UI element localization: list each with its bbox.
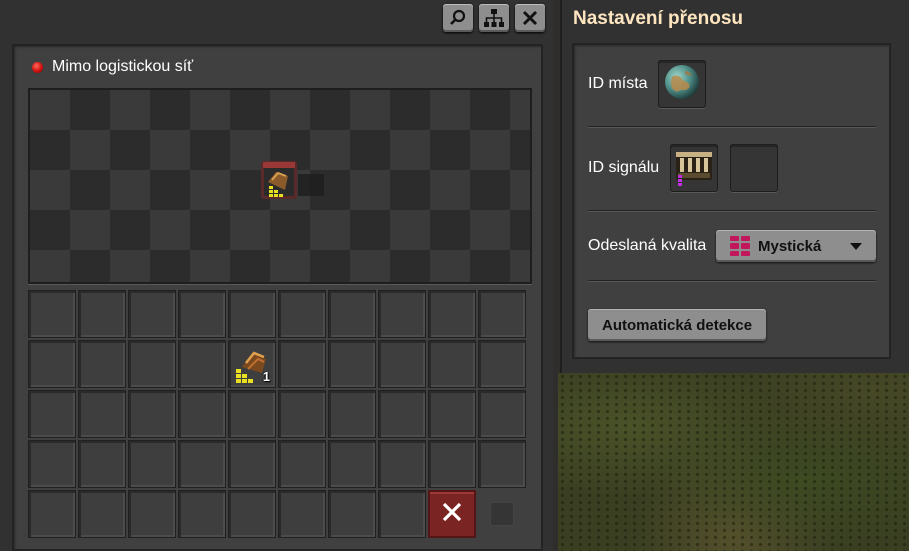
inventory-slot[interactable] (28, 290, 76, 338)
status-text: Mimo logistickou síť (52, 58, 194, 75)
status-indicator-icon (32, 61, 43, 73)
cargo-bay-signal-icon (674, 146, 714, 191)
divider (588, 280, 876, 282)
inventory-slot[interactable] (478, 390, 526, 438)
checkbox-icon (490, 502, 514, 526)
inventory-slot[interactable] (278, 490, 326, 538)
inventory-slot[interactable] (378, 440, 426, 488)
inventory-slot[interactable]: 1 (228, 340, 276, 388)
close-icon (441, 501, 463, 528)
inventory-slot[interactable] (378, 490, 426, 538)
divider (588, 126, 876, 128)
quality-dropdown[interactable]: Mystická (716, 230, 876, 262)
main-panel: Mimo logistickou síť 1 (12, 44, 543, 551)
inventory-slot[interactable] (128, 290, 176, 338)
inventory-slot[interactable] (228, 390, 276, 438)
auto-detect-button[interactable]: Automatická detekce (588, 309, 767, 341)
inventory-slot[interactable] (278, 440, 326, 488)
search-button[interactable] (443, 4, 473, 32)
inventory-slot[interactable] (328, 440, 376, 488)
cargo-pad-window: Mimo logistickou síť 1 (0, 0, 553, 551)
location-id-button[interactable] (658, 60, 706, 108)
inventory-slot[interactable] (228, 490, 276, 538)
inventory-slot[interactable] (378, 290, 426, 338)
clear-inventory-button[interactable] (428, 490, 476, 538)
inventory-slot[interactable] (78, 490, 126, 538)
network-tree-icon (483, 8, 505, 28)
inventory-slot[interactable] (328, 340, 376, 388)
inventory-slot[interactable] (178, 490, 226, 538)
inventory-slot[interactable] (28, 440, 76, 488)
network-status: Mimo logistickou síť (32, 58, 193, 76)
inventory-slot[interactable] (328, 490, 376, 538)
cargo-landing-pad-icon (260, 160, 324, 200)
inventory-slot[interactable] (228, 290, 276, 338)
inventory-slot[interactable] (478, 340, 526, 388)
quality-value: Mystická (758, 237, 822, 255)
inventory-grid: 1 (28, 290, 528, 538)
inventory-slot[interactable] (28, 490, 76, 538)
inventory-slot[interactable] (378, 390, 426, 438)
close-icon (522, 10, 538, 26)
title-buttons (443, 4, 545, 32)
inventory-slot[interactable] (128, 340, 176, 388)
quality-label: Odeslaná kvalita (588, 237, 707, 254)
signal-id-empty-slot[interactable] (730, 144, 778, 192)
inventory-slot[interactable] (228, 440, 276, 488)
inventory-slot[interactable] (78, 440, 126, 488)
inventory-slot[interactable] (178, 440, 226, 488)
inventory-slot[interactable] (128, 390, 176, 438)
inventory-slot[interactable] (28, 340, 76, 388)
inventory-slot[interactable] (78, 340, 126, 388)
inventory-empty-toggle[interactable] (478, 490, 526, 538)
inventory-slot[interactable] (328, 290, 376, 338)
signal-id-row: ID signálu (588, 144, 876, 192)
item-count: 1 (262, 369, 270, 384)
inventory-slot[interactable] (428, 340, 476, 388)
inventory-slot[interactable] (178, 340, 226, 388)
search-icon (449, 9, 467, 27)
divider (588, 210, 876, 212)
quality-mythic-icon (730, 236, 750, 256)
inventory-slot[interactable] (278, 390, 326, 438)
inventory-slot[interactable] (478, 440, 526, 488)
planet-nauvis-icon (663, 63, 701, 106)
game-world-ground[interactable] (558, 373, 909, 551)
transfer-settings-window: Nastavení přenosu ID místa ID signálu Od… (560, 0, 909, 373)
inventory-slot[interactable] (278, 290, 326, 338)
inventory-slot[interactable] (78, 390, 126, 438)
chevron-down-icon (850, 243, 862, 250)
entity-preview[interactable] (28, 88, 532, 284)
inventory-slot[interactable] (428, 390, 476, 438)
inventory-slot[interactable] (28, 390, 76, 438)
inventory-slot[interactable] (278, 340, 326, 388)
settings-panel: ID místa ID signálu Odeslaná kvalita Mys… (572, 43, 891, 359)
signal-id-button[interactable] (670, 144, 718, 192)
inventory-slot[interactable] (128, 440, 176, 488)
inventory-slot[interactable] (428, 290, 476, 338)
inventory-slot[interactable] (328, 390, 376, 438)
network-button[interactable] (479, 4, 509, 32)
inventory-slot[interactable] (78, 290, 126, 338)
window-title: Nastavení přenosu (573, 8, 743, 29)
inventory-slot[interactable] (128, 490, 176, 538)
inventory-slot[interactable] (378, 340, 426, 388)
inventory-slot[interactable] (428, 440, 476, 488)
close-button[interactable] (515, 4, 545, 32)
location-id-label: ID místa (588, 75, 648, 92)
inventory-slot[interactable] (478, 290, 526, 338)
inventory-slot[interactable] (178, 290, 226, 338)
signal-id-label: ID signálu (588, 159, 660, 176)
location-id-row: ID místa (588, 60, 876, 108)
inventory-slot[interactable] (178, 390, 226, 438)
